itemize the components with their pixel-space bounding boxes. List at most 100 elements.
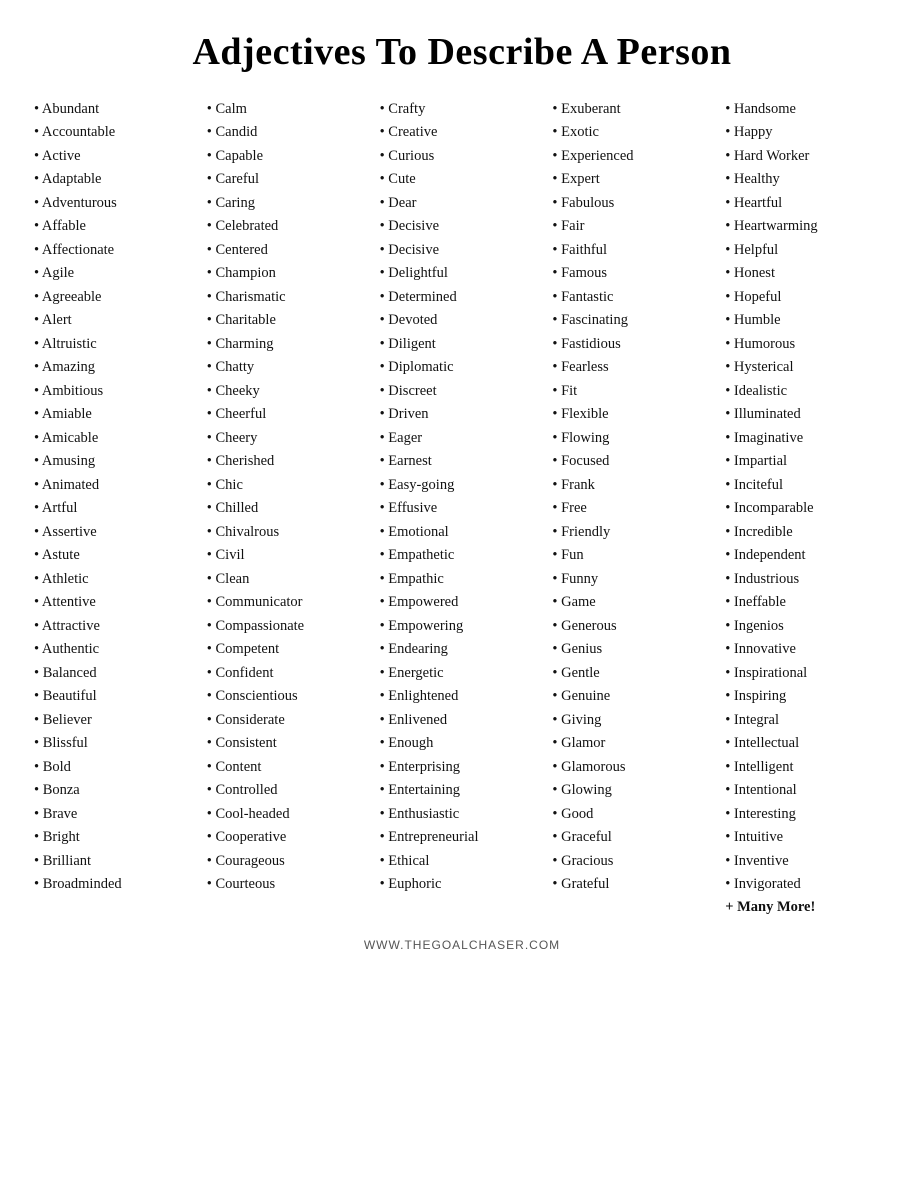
word-item: Chivalrous: [207, 521, 372, 544]
word-item: Inciteful: [725, 474, 890, 497]
word-item: Inventive: [725, 850, 890, 873]
word-item: Beautiful: [34, 685, 199, 708]
word-item: Heartful: [725, 192, 890, 215]
word-item: Communicator: [207, 591, 372, 614]
word-item: Creative: [380, 121, 545, 144]
word-item: Hopeful: [725, 286, 890, 309]
word-item: Cute: [380, 168, 545, 191]
word-item: Integral: [725, 709, 890, 732]
word-item: Exotic: [552, 121, 717, 144]
word-item: Discreet: [380, 380, 545, 403]
word-item: Innovative: [725, 638, 890, 661]
word-item: Incredible: [725, 521, 890, 544]
word-item: Brave: [34, 803, 199, 826]
word-item: Courteous: [207, 873, 372, 896]
word-item: Grateful: [552, 873, 717, 896]
word-item: Charming: [207, 333, 372, 356]
word-item: Interesting: [725, 803, 890, 826]
word-item: Inspirational: [725, 662, 890, 685]
word-item: Celebrated: [207, 215, 372, 238]
word-item: Cooperative: [207, 826, 372, 849]
word-item: Experienced: [552, 145, 717, 168]
word-item: Heartwarming: [725, 215, 890, 238]
word-item: Free: [552, 497, 717, 520]
word-item: Intellectual: [725, 732, 890, 755]
word-item: Considerate: [207, 709, 372, 732]
word-item: Graceful: [552, 826, 717, 849]
word-item: Genuine: [552, 685, 717, 708]
word-item: Competent: [207, 638, 372, 661]
column-2: CalmCandidCapableCarefulCaringCelebrated…: [203, 98, 376, 896]
word-item: Champion: [207, 262, 372, 285]
word-item: Active: [34, 145, 199, 168]
word-item: Enterprising: [380, 756, 545, 779]
word-item: Humorous: [725, 333, 890, 356]
word-item: Agile: [34, 262, 199, 285]
word-item: Ethical: [380, 850, 545, 873]
word-item: Earnest: [380, 450, 545, 473]
word-item: Charismatic: [207, 286, 372, 309]
word-item: Decisive: [380, 239, 545, 262]
word-item: Believer: [34, 709, 199, 732]
word-item: Flexible: [552, 403, 717, 426]
word-item: Glowing: [552, 779, 717, 802]
word-item: Independent: [725, 544, 890, 567]
word-item: Bold: [34, 756, 199, 779]
word-item: Diplomatic: [380, 356, 545, 379]
word-item: Diligent: [380, 333, 545, 356]
word-item: Chilled: [207, 497, 372, 520]
word-item: Chatty: [207, 356, 372, 379]
word-item: Generous: [552, 615, 717, 638]
word-item: Funny: [552, 568, 717, 591]
word-item: Effusive: [380, 497, 545, 520]
word-item: Crafty: [380, 98, 545, 121]
word-item: Confident: [207, 662, 372, 685]
word-item: Cheeky: [207, 380, 372, 403]
word-item: Clean: [207, 568, 372, 591]
word-item: Careful: [207, 168, 372, 191]
word-item: Content: [207, 756, 372, 779]
word-item: Friendly: [552, 521, 717, 544]
word-item: Blissful: [34, 732, 199, 755]
word-item: Fastidious: [552, 333, 717, 356]
column-4: ExuberantExoticExperiencedExpertFabulous…: [548, 98, 721, 896]
word-item: Intuitive: [725, 826, 890, 849]
word-item: Good: [552, 803, 717, 826]
word-item: Devoted: [380, 309, 545, 332]
word-item: Eager: [380, 427, 545, 450]
word-item: Caring: [207, 192, 372, 215]
more-label: + Many More!: [725, 896, 890, 919]
word-item: Easy-going: [380, 474, 545, 497]
word-item: Empowering: [380, 615, 545, 638]
word-item: Invigorated: [725, 873, 890, 896]
word-item: Charitable: [207, 309, 372, 332]
word-item: Hard Worker: [725, 145, 890, 168]
word-item: Athletic: [34, 568, 199, 591]
word-item: Amazing: [34, 356, 199, 379]
word-item: Attractive: [34, 615, 199, 638]
word-item: Entertaining: [380, 779, 545, 802]
word-item: Amiable: [34, 403, 199, 426]
word-item: Happy: [725, 121, 890, 144]
word-item: Cool-headed: [207, 803, 372, 826]
word-item: Ambitious: [34, 380, 199, 403]
word-item: Balanced: [34, 662, 199, 685]
word-item: Glamorous: [552, 756, 717, 779]
word-item: Artful: [34, 497, 199, 520]
word-item: Inspiring: [725, 685, 890, 708]
word-item: Handsome: [725, 98, 890, 121]
word-item: Enlivened: [380, 709, 545, 732]
word-item: Alert: [34, 309, 199, 332]
word-item: Humble: [725, 309, 890, 332]
word-item: Cheery: [207, 427, 372, 450]
word-item: Fantastic: [552, 286, 717, 309]
word-item: Imaginative: [725, 427, 890, 450]
word-item: Famous: [552, 262, 717, 285]
word-item: Healthy: [725, 168, 890, 191]
word-item: Capable: [207, 145, 372, 168]
word-item: Assertive: [34, 521, 199, 544]
word-item: Frank: [552, 474, 717, 497]
word-item: Amusing: [34, 450, 199, 473]
word-item: Game: [552, 591, 717, 614]
word-item: Fit: [552, 380, 717, 403]
